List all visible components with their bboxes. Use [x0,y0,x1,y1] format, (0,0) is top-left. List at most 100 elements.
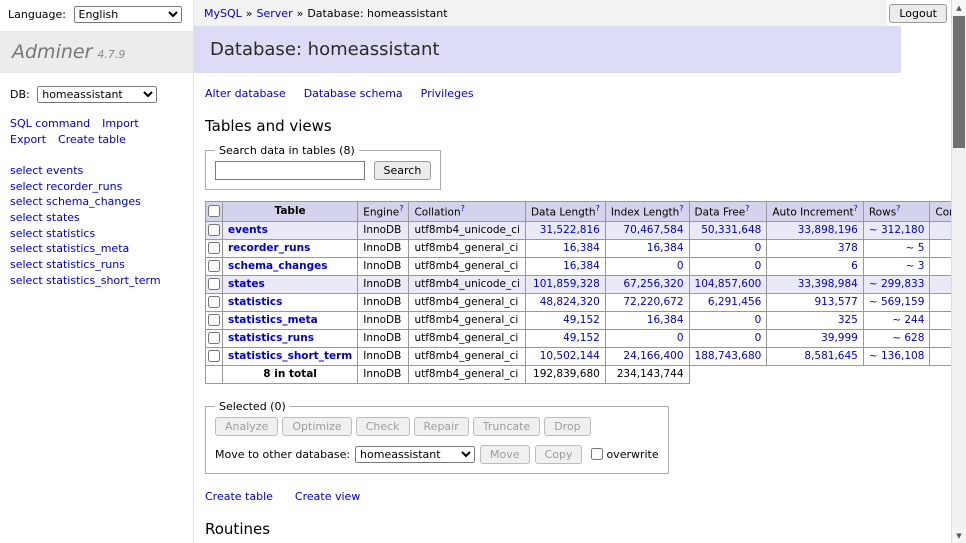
check-all-cell [206,202,223,222]
create-view-link[interactable]: Create view [295,490,360,503]
action-privileges[interactable]: Privileges [421,87,474,100]
cell-index-length: 0 [605,257,689,275]
check-all-checkbox[interactable] [208,205,220,217]
help-link[interactable]: ? [854,204,858,213]
cell-data-length: 49,152 [525,329,605,347]
move-button[interactable]: Move [480,445,530,464]
cell-auto-increment: 6 [767,257,864,275]
cell-data-length: 48,824,320 [525,293,605,311]
sidebar-select-states[interactable]: select states [10,211,80,224]
table-header-row: TableEngine?Collation?Data Length?Index … [206,202,966,222]
create-table-link[interactable]: Create table [205,490,273,503]
breadcrumb-separator: » [297,7,304,20]
help-link[interactable]: ? [461,204,465,213]
op-repair-button[interactable]: Repair [414,417,469,436]
cell-index-length: 24,166,400 [605,347,689,365]
cell-auto-increment: 39,999 [767,329,864,347]
help-link[interactable]: ? [745,204,749,213]
sidebar: Language: English Adminer4.7.9 DB: homea… [0,0,194,543]
table-row-recorder-runs: recorder_runsInnoDButf8mb4_general_ci16,… [206,239,966,257]
logout-button[interactable]: Logout [889,4,947,23]
breadcrumb-server[interactable]: Server [257,7,293,20]
table-name-link-events[interactable]: events [228,224,268,236]
selected-fieldset: Selected (0) AnalyzeOptimizeCheckRepairT… [205,400,669,474]
sidebar-select-schema-changes[interactable]: select schema_changes [10,195,141,208]
sidebar-select-statistics-runs[interactable]: select statistics_runs [10,258,125,271]
table-name-link-states[interactable]: states [228,278,265,290]
table-name-link-statistics-runs[interactable]: statistics_runs [228,332,314,344]
cell-data-length: 31,522,816 [525,221,605,239]
row-check-cell [206,329,223,347]
action-database-schema[interactable]: Database schema [304,87,403,100]
help-link[interactable]: ? [399,204,403,213]
sidebar-select-statistics-meta[interactable]: select statistics_meta [10,242,129,255]
cell-auto-increment: 33,398,984 [767,275,864,293]
cell-index-length: 16,384 [605,311,689,329]
scrollbar-thumb[interactable] [953,16,965,148]
overwrite-checkbox[interactable] [591,448,603,460]
op-check-button[interactable]: Check [356,417,410,436]
row-checkbox[interactable] [208,278,220,290]
op-optimize-button[interactable]: Optimize [282,417,351,436]
row-checkbox[interactable] [208,296,220,308]
cell-engine: InnoDB [358,329,409,347]
column-header-collation: Collation? [409,202,525,222]
op-truncate-button[interactable]: Truncate [473,417,540,436]
sidebar-table-item: select statistics [10,226,183,242]
table-name-cell: schema_changes [223,257,358,275]
row-checkbox[interactable] [208,242,220,254]
row-checkbox[interactable] [208,332,220,344]
sidebar-link-export[interactable]: Export [10,132,46,148]
cell-rows: ~ 299,833 [863,275,930,293]
help-link[interactable]: ? [679,204,683,213]
table-name-link-statistics-short-term[interactable]: statistics_short_term [228,350,352,362]
search-input[interactable] [215,161,365,180]
cell-rows: ~ 136,108 [863,347,930,365]
row-checkbox[interactable] [208,260,220,272]
table-name-cell: recorder_runs [223,239,358,257]
move-db-select[interactable]: homeassistant [355,446,475,463]
vertical-scrollbar[interactable]: ▲ ▼ [951,0,966,543]
search-button[interactable]: Search [374,161,432,180]
cell-rows: ~ 569,159 [863,293,930,311]
sidebar-select-events[interactable]: select events [10,164,83,177]
sidebar-table-item: select statistics_runs [10,257,183,273]
help-link[interactable]: ? [596,204,600,213]
search-fieldset: Search data in tables (8) Search [205,144,441,190]
sidebar-link-create-table[interactable]: Create table [58,132,126,148]
copy-button[interactable]: Copy [535,445,583,464]
table-name-link-schema-changes[interactable]: schema_changes [228,260,328,272]
sidebar-select-statistics[interactable]: select statistics [10,227,95,240]
sidebar-table-links: select events select recorder_runsselect … [0,163,193,289]
scroll-down-arrow-icon[interactable]: ▼ [952,528,966,543]
language-select[interactable]: English [74,6,182,23]
sidebar-link-import[interactable]: Import [102,116,139,132]
action-alter-database[interactable]: Alter database [205,87,286,100]
overwrite-option: overwrite [591,448,658,461]
breadcrumb-separator: » [246,7,253,20]
column-header-rows: Rows? [863,202,930,222]
row-checkbox[interactable] [208,350,220,362]
sidebar-select-statistics-short-term[interactable]: select statistics_short_term [10,274,161,287]
table-name-cell: statistics_runs [223,329,358,347]
row-checkbox[interactable] [208,224,220,236]
breadcrumb-mysql[interactable]: MySQL [204,7,242,20]
column-header-label: Index Length [611,207,679,219]
cell-engine: InnoDB [358,293,409,311]
scroll-up-arrow-icon[interactable]: ▲ [952,0,966,15]
cell-engine: InnoDB [358,257,409,275]
db-select[interactable]: homeassistant [37,86,157,103]
row-checkbox[interactable] [208,314,220,326]
cell-data-free: 188,743,680 [689,347,767,365]
table-name-link-recorder-runs[interactable]: recorder_runs [228,242,310,254]
table-name-link-statistics-meta[interactable]: statistics_meta [228,314,318,326]
sidebar-link-sql-command[interactable]: SQL command [10,116,90,132]
table-name-link-statistics[interactable]: statistics [228,296,282,308]
cell-engine: InnoDB [358,239,409,257]
cell-data-free: 0 [689,239,767,257]
totals-engine: InnoDB [358,365,409,383]
op-drop-button[interactable]: Drop [544,417,590,436]
sidebar-select-recorder-runs[interactable]: select recorder_runs [10,180,122,193]
help-link[interactable]: ? [896,204,900,213]
op-analyze-button[interactable]: Analyze [215,417,278,436]
